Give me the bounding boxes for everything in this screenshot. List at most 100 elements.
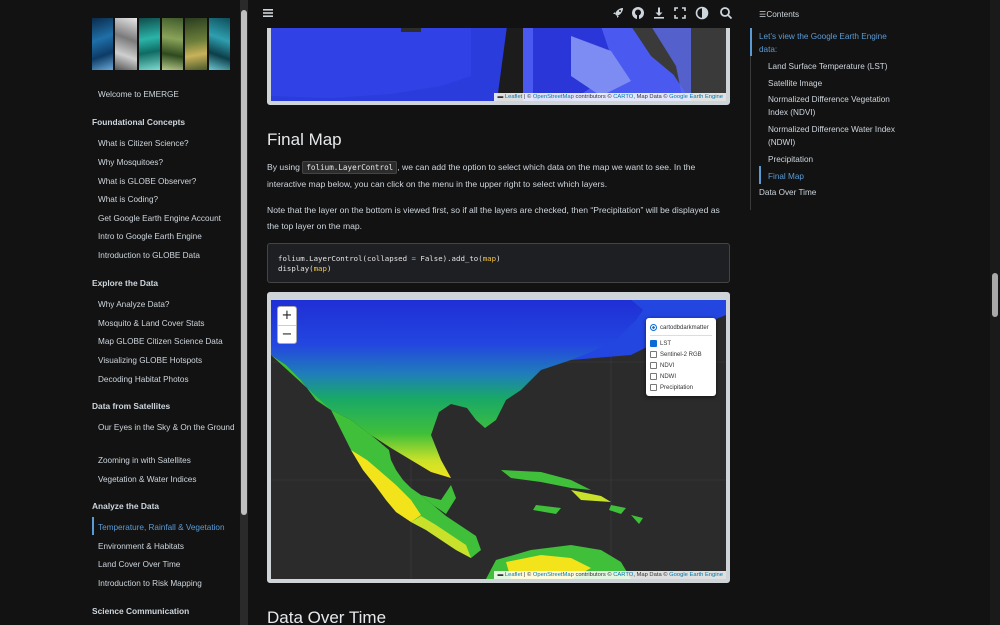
leaflet-link[interactable]: Leaflet — [505, 94, 522, 100]
sidebar-item[interactable]: Intro to Google Earth Engine — [98, 230, 238, 243]
logo-tile — [115, 18, 137, 70]
zoom-out-button[interactable]: − — [278, 325, 296, 343]
sidebar-item[interactable]: Introduction to GLOBE Data — [98, 249, 238, 262]
code-token: ) — [496, 254, 501, 263]
sidebar-item[interactable]: Why Analyze Data? — [98, 298, 238, 311]
overlay-option[interactable]: LST — [650, 338, 712, 349]
attribution-text: | © — [522, 94, 533, 100]
sidebar-item[interactable]: Zooming in with Satellites — [98, 454, 238, 467]
attribution-text: contributors © — [573, 572, 614, 578]
carto-link[interactable]: CARTO — [613, 94, 633, 100]
theme-icon[interactable] — [694, 6, 710, 22]
rocket-icon[interactable] — [610, 6, 626, 22]
checkbox[interactable] — [650, 351, 657, 358]
zoom-control: + − — [277, 306, 297, 344]
table-of-contents: ☰Contents Let’s view the Google Earth En… — [750, 0, 990, 625]
overlay-option[interactable]: NDWI — [650, 371, 712, 382]
attribution-text: , Map Data © — [633, 94, 670, 100]
sidebar-section-caption: Science Communication — [92, 606, 190, 616]
code-token: display( — [278, 264, 314, 273]
toc-item[interactable]: Precipitation — [768, 153, 908, 166]
sidebar-item[interactable]: Vegetation & Water Indices — [98, 473, 238, 486]
toc-item[interactable]: Let’s view the Google Earth Engine data: — [759, 30, 899, 56]
logo-tile — [185, 18, 207, 70]
logo-tile — [161, 18, 184, 70]
sidebar-item[interactable]: Temperature, Rainfall & Vegetation — [98, 521, 238, 534]
gee-link[interactable]: Google Earth Engine — [669, 572, 723, 578]
toc-header: ☰Contents — [759, 9, 799, 19]
sidebar-item[interactable]: Decoding Habitat Photos — [98, 373, 238, 386]
sidebar-item[interactable]: Why Mosquitoes? — [98, 156, 238, 169]
radio-button[interactable] — [650, 324, 657, 331]
layer-label: cartodbdarkmatter — [660, 324, 709, 331]
osm-link[interactable]: OpenStreetMap — [533, 572, 574, 578]
sidebar-item[interactable]: Visualizing GLOBE Hotspots — [98, 354, 238, 367]
map-raster — [271, 28, 726, 101]
sidebar-item[interactable]: What is GLOBE Observer? — [98, 175, 238, 188]
logo-tile — [92, 18, 114, 70]
emerge-logo[interactable] — [92, 18, 230, 70]
toc-item[interactable]: Data Over Time — [759, 186, 899, 199]
leaflet-link[interactable]: Leaflet — [505, 572, 522, 578]
overlay-option[interactable]: NDVI — [650, 360, 712, 371]
sidebar-item[interactable]: Get Google Earth Engine Account — [98, 212, 238, 225]
sidebar-section-caption: Explore the Data — [92, 278, 159, 288]
github-icon[interactable] — [630, 6, 646, 22]
fullscreen-icon[interactable] — [672, 6, 688, 22]
sidebar-item[interactable]: Map GLOBE Citizen Science Data — [98, 335, 238, 348]
osm-link[interactable]: OpenStreetMap — [533, 94, 574, 100]
checkbox[interactable] — [650, 384, 657, 391]
toc-item[interactable]: Land Surface Temperature (LST) — [768, 60, 908, 73]
search-icon[interactable] — [718, 6, 734, 22]
sidebar-section-caption: Analyze the Data — [92, 501, 160, 511]
attribution-text: contributors © — [573, 94, 614, 100]
code-token: False).add_to( — [415, 254, 483, 263]
layer-label: NDWI — [660, 373, 676, 380]
precipitation-map[interactable]: ▬ Leaflet | © OpenStreetMap contributors… — [267, 28, 730, 105]
attribution-text: , Map Data © — [633, 572, 670, 578]
sidebar-item[interactable]: Our Eyes in the Sky & On the Ground — [98, 421, 238, 434]
sidebar-item[interactable]: Welcome to EMERGE — [98, 88, 238, 101]
base-layer-option[interactable]: cartodbdarkmatter — [650, 322, 712, 333]
carto-link[interactable]: CARTO — [613, 572, 633, 578]
code-token: folium.LayerControl(collapsed — [278, 254, 412, 263]
sidebar-item[interactable]: Introduction to Risk Mapping — [98, 577, 238, 590]
sidebar-item[interactable]: What is Coding? — [98, 193, 238, 206]
sidebar-item[interactable]: Mosquito & Land Cover Stats — [98, 317, 238, 330]
attribution-text: | © — [522, 572, 533, 578]
toc-item[interactable]: Normalized Difference Vegetation Index (… — [768, 93, 908, 119]
sidebar-scrollbar-thumb[interactable] — [241, 10, 247, 515]
final-map[interactable]: + − cartodbdarkmatter LST Sentinel-2 RGB — [267, 292, 730, 583]
page-scrollbar-thumb[interactable] — [992, 273, 998, 317]
checkbox[interactable] — [650, 373, 657, 380]
sidebar-item[interactable]: Environment & Habitats — [98, 540, 238, 553]
checkbox[interactable] — [650, 362, 657, 369]
logo-tile — [138, 18, 160, 70]
zoom-in-button[interactable]: + — [278, 307, 296, 325]
sidebar-section-caption: Foundational Concepts — [92, 117, 186, 127]
overlay-option[interactable]: Sentinel-2 RGB — [650, 349, 712, 360]
code-line: folium.LayerControl(collapsed = False).a… — [278, 254, 719, 264]
active-indicator — [759, 166, 761, 184]
active-indicator — [750, 28, 752, 56]
sidebar-item[interactable]: What is Citizen Science? — [98, 137, 238, 150]
checkbox[interactable] — [650, 340, 657, 347]
toc-item[interactable]: Normalized Difference Water Index (NDWI) — [768, 123, 908, 149]
toc-item[interactable]: Final Map — [768, 170, 908, 183]
layer-control: cartodbdarkmatter LST Sentinel-2 RGB NDV… — [646, 318, 716, 396]
menu-icon[interactable] — [260, 6, 276, 22]
code-token: ) — [326, 264, 332, 273]
sidebar-item[interactable]: Land Cover Over Time — [98, 558, 238, 571]
code-block[interactable]: folium.LayerControl(collapsed = False).a… — [267, 243, 730, 283]
active-indicator — [92, 517, 94, 535]
overlay-option[interactable]: Precipitation — [650, 382, 712, 393]
paragraph-text: By using — [267, 162, 303, 172]
map-attribution: ▬ Leaflet | © OpenStreetMap contributors… — [494, 93, 726, 101]
gee-link[interactable]: Google Earth Engine — [669, 94, 723, 100]
toc-item[interactable]: Satellite Image — [768, 77, 908, 90]
sidebar-section-caption: Data from Satellites — [92, 401, 171, 411]
logo-tile — [208, 18, 230, 70]
code-line: display(map) — [278, 264, 719, 274]
download-icon[interactable] — [651, 6, 667, 22]
top-toolbar — [248, 0, 750, 28]
